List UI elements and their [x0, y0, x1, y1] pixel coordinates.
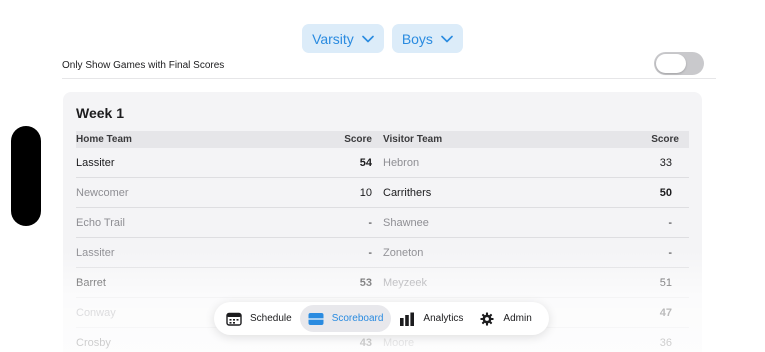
visitor-team-cell: Zoneton: [383, 246, 424, 259]
toggle-knob: [656, 54, 686, 73]
home-team-cell: Crosby: [76, 336, 111, 349]
header-home-score: Score: [344, 134, 372, 145]
filter-bar: Varsity Boys: [0, 24, 765, 53]
home-team-cell: Newcomer: [76, 186, 129, 199]
final-scores-toggle[interactable]: [654, 52, 704, 75]
tab-admin[interactable]: Admin: [471, 305, 539, 332]
visitor-team-cell: Carrithers: [383, 186, 432, 199]
side-drag-handle[interactable]: [11, 126, 41, 226]
tab-analytics-label: Analytics: [423, 313, 464, 324]
home-score-cell: -: [368, 216, 372, 229]
table-header: Home Team Score Visitor Team Score: [76, 131, 689, 148]
table-row[interactable]: Lassiter 54 Hebron 33: [76, 148, 689, 178]
home-team-cell: Lassiter: [76, 246, 115, 259]
home-score-cell: 10: [359, 186, 372, 199]
visitor-score-cell: 51: [659, 276, 672, 289]
header-home-team: Home Team: [76, 134, 132, 145]
home-team-cell: Barret: [76, 276, 106, 289]
tab-schedule-label: Schedule: [250, 313, 292, 324]
home-score-cell: 53: [359, 276, 372, 289]
home-score-cell: 54: [359, 156, 372, 169]
final-scores-filter-row: Only Show Games with Final Scores: [62, 52, 716, 79]
tab-schedule[interactable]: Schedule: [218, 305, 300, 332]
table-row[interactable]: Echo Trail - Shawnee -: [76, 208, 689, 238]
level-dropdown-label: Varsity: [312, 30, 354, 47]
visitor-score-cell: 50: [659, 186, 672, 199]
visitor-team-cell: Moore: [383, 336, 415, 349]
header-visitor-score: Score: [651, 134, 679, 145]
tab-scoreboard[interactable]: Scoreboard: [299, 305, 392, 332]
gear-icon: [480, 311, 494, 326]
bottom-tab-bar: Schedule Scoreboard Analytics Admin: [214, 302, 549, 335]
visitor-score-cell: 47: [659, 306, 672, 319]
tab-scoreboard-label: Scoreboard: [331, 313, 384, 324]
gender-dropdown[interactable]: Boys: [391, 24, 463, 53]
table-row[interactable]: Newcomer 10 Carrithers 50: [76, 178, 689, 208]
scoreboard-icon: [308, 312, 324, 325]
table-row[interactable]: Barret 53 Meyzeek 51: [76, 268, 689, 298]
visitor-score-cell: -: [668, 246, 672, 259]
level-dropdown[interactable]: Varsity: [302, 24, 384, 53]
table-row[interactable]: Lassiter - Zoneton -: [76, 238, 689, 268]
bar-chart-icon: [400, 312, 415, 326]
home-team-cell: Echo Trail: [76, 216, 125, 229]
tab-analytics[interactable]: Analytics: [391, 305, 471, 332]
calendar-icon: [226, 312, 242, 326]
visitor-score-cell: 36: [659, 336, 672, 349]
header-visitor-team: Visitor Team: [383, 134, 443, 145]
visitor-score-cell: 33: [659, 156, 672, 169]
home-score-cell: -: [368, 246, 372, 259]
visitor-score-cell: -: [668, 216, 672, 229]
home-team-cell: Lassiter: [76, 156, 115, 169]
chevron-down-icon: [441, 35, 453, 42]
gender-dropdown-label: Boys: [401, 30, 433, 47]
home-score-cell: 43: [359, 336, 372, 349]
final-scores-toggle-label: Only Show Games with Final Scores: [62, 59, 225, 71]
visitor-team-cell: Shawnee: [383, 216, 429, 229]
visitor-team-cell: Meyzeek: [383, 276, 428, 289]
chevron-down-icon: [362, 35, 374, 42]
week-title: Week 1: [76, 105, 124, 121]
tab-admin-label: Admin: [503, 313, 532, 324]
visitor-team-cell: Hebron: [383, 156, 420, 169]
